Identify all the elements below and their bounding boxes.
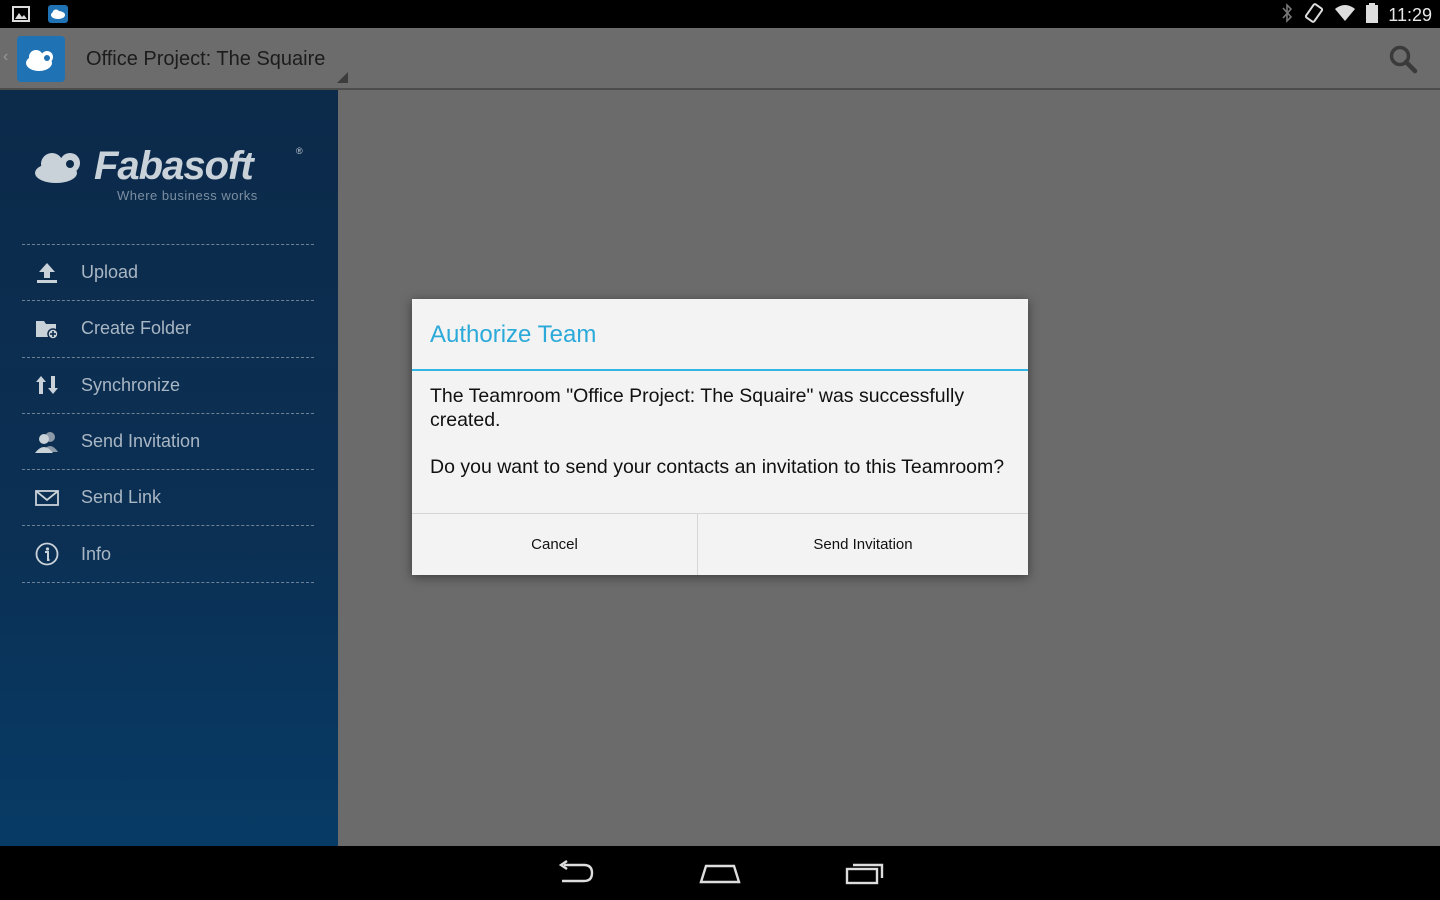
home-icon[interactable]	[698, 860, 742, 891]
brand-registered-mark: ®	[296, 146, 303, 156]
gallery-icon	[12, 6, 30, 27]
system-navigation-bar	[0, 846, 1440, 900]
status-bar: 11:29	[0, 0, 1440, 28]
menu-item-label: Upload	[81, 262, 139, 283]
create-folder-icon	[34, 316, 60, 342]
bluetooth-icon	[1280, 3, 1294, 28]
title-dropdown-indicator[interactable]	[337, 72, 348, 83]
synchronize-icon	[34, 372, 60, 398]
envelope-icon	[34, 485, 60, 511]
menu-item-create-folder[interactable]: Create Folder	[22, 301, 314, 358]
action-bar: ‹ Office Project: The Squaire	[0, 28, 1440, 90]
menu-item-info[interactable]: Info	[22, 526, 314, 583]
menu-item-label: Create Folder	[81, 318, 192, 339]
rotation-lock-icon	[1304, 3, 1324, 28]
fabasoft-cloud-icon	[35, 153, 80, 183]
page-title[interactable]: Office Project: The Squaire	[86, 48, 325, 71]
dialog-message: The Teamroom "Office Project: The Squair…	[412, 371, 1028, 513]
cloud-pin-icon	[26, 50, 53, 71]
cloud-app-icon	[48, 5, 68, 28]
back-icon[interactable]	[556, 860, 596, 891]
menu-item-label: Send Link	[81, 487, 162, 508]
drawer-menu: Upload Create Folder Synchronize Send In…	[22, 244, 314, 583]
upload-icon	[34, 260, 60, 286]
menu-item-send-link[interactable]: Send Link	[22, 470, 314, 527]
menu-item-label: Info	[81, 543, 112, 564]
brand-name: Fabasoft	[94, 144, 254, 188]
app-logo-button[interactable]	[17, 36, 65, 82]
search-icon[interactable]	[1388, 44, 1418, 79]
dialog-message-line-1: The Teamroom "Office Project: The Squair…	[430, 385, 965, 431]
clock: 11:29	[1388, 5, 1432, 25]
menu-item-send-invitation[interactable]: Send Invitation	[22, 414, 314, 471]
cancel-button[interactable]: Cancel	[412, 514, 698, 575]
menu-item-label: Synchronize	[81, 374, 181, 395]
menu-item-upload[interactable]: Upload	[22, 245, 314, 302]
send-invitation-button[interactable]: Send Invitation	[698, 514, 1028, 575]
up-chevron-icon[interactable]: ‹	[3, 48, 8, 66]
menu-item-label: Send Invitation	[81, 431, 201, 452]
recents-icon[interactable]	[844, 860, 886, 891]
navigation-drawer: Fabasoft ® Where business works Upload C…	[0, 90, 338, 846]
brand-logo: Fabasoft ® Where business works	[34, 144, 314, 214]
brand-tagline: Where business works	[117, 188, 258, 203]
dialog-title: Authorize Team	[412, 299, 1028, 371]
battery-icon	[1366, 3, 1379, 28]
people-icon	[34, 429, 60, 455]
authorize-team-dialog: Authorize Team The Teamroom "Office Proj…	[412, 299, 1028, 575]
menu-item-synchronize[interactable]: Synchronize	[22, 358, 314, 414]
dialog-message-line-2: Do you want to send your contacts an inv…	[430, 456, 1005, 478]
dialog-button-bar: Cancel Send Invitation	[412, 513, 1028, 575]
info-icon	[34, 541, 60, 567]
wifi-icon	[1334, 4, 1356, 27]
